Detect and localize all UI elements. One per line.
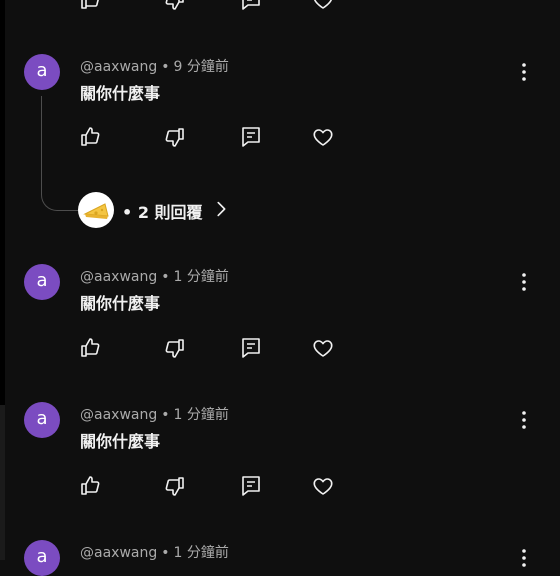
like-button[interactable]	[78, 474, 102, 498]
author-name[interactable]: @aaxwang	[80, 269, 157, 285]
thumbs-down-icon	[165, 477, 184, 496]
reply-icon	[242, 0, 260, 10]
reply-button[interactable]	[239, 474, 263, 498]
comment-meta: @aaxwang • 1 分鐘前	[80, 542, 229, 562]
heart-button[interactable]	[311, 0, 335, 12]
more-options-button[interactable]	[512, 270, 536, 294]
reply-icon	[242, 338, 260, 358]
thumbs-up-icon	[81, 0, 99, 9]
thumbs-up-icon	[81, 338, 100, 357]
comment-meta: @aaxwang • 1 分鐘前	[80, 266, 229, 286]
replies-dot: •	[122, 203, 133, 222]
meta-separator: •	[161, 269, 170, 285]
like-button[interactable]	[78, 125, 102, 149]
comment-meta: @aaxwang • 1 分鐘前	[80, 404, 229, 424]
thumbs-up-icon	[81, 127, 100, 146]
more-vertical-icon	[522, 549, 526, 567]
avatar[interactable]: a	[24, 54, 60, 90]
thumbs-down-icon	[165, 0, 184, 10]
avatar[interactable]: a	[24, 402, 60, 438]
heart-icon	[313, 129, 333, 146]
dislike-button[interactable]	[163, 474, 187, 498]
timestamp[interactable]: 9 分鐘前	[174, 59, 229, 75]
avatar[interactable]: a	[24, 264, 60, 300]
more-vertical-icon	[522, 411, 526, 429]
more-vertical-icon	[522, 63, 526, 81]
dislike-button[interactable]	[163, 0, 187, 12]
timestamp[interactable]: 1 分鐘前	[174, 269, 229, 285]
author-name[interactable]: @aaxwang	[80, 545, 157, 561]
comment-text: 關你什麼事	[80, 294, 161, 313]
like-button[interactable]	[78, 336, 102, 360]
thread-line	[41, 96, 78, 211]
chevron-right-icon	[210, 198, 232, 220]
author-name[interactable]: @aaxwang	[80, 407, 157, 423]
timestamp[interactable]: 1 分鐘前	[174, 407, 229, 423]
reply-icon	[242, 476, 260, 496]
heart-button[interactable]	[311, 336, 335, 360]
heart-icon	[314, 0, 332, 9]
heart-button[interactable]	[311, 474, 335, 498]
thumbs-up-icon	[81, 476, 100, 495]
heart-icon	[313, 478, 333, 495]
meta-separator: •	[161, 59, 170, 75]
thumbs-down-icon	[165, 128, 184, 147]
more-vertical-icon	[522, 273, 526, 291]
reply-button[interactable]	[239, 0, 263, 12]
heart-button[interactable]	[311, 125, 335, 149]
dislike-button[interactable]	[163, 336, 187, 360]
comment-meta: @aaxwang • 9 分鐘前	[80, 56, 229, 76]
timestamp[interactable]: 1 分鐘前	[174, 545, 229, 561]
creator-avatar	[78, 192, 114, 228]
avatar[interactable]: a	[24, 540, 60, 576]
reply-button[interactable]	[239, 336, 263, 360]
reply-icon	[242, 127, 260, 147]
thumbs-down-icon	[165, 339, 184, 358]
more-options-button[interactable]	[512, 546, 536, 570]
replies-count: 2 則回覆	[137, 203, 203, 222]
dislike-button[interactable]	[163, 125, 187, 149]
author-name[interactable]: @aaxwang	[80, 59, 157, 75]
like-button[interactable]	[78, 0, 102, 12]
cheese-icon	[83, 203, 109, 219]
more-options-button[interactable]	[512, 408, 536, 432]
meta-separator: •	[161, 407, 170, 423]
heart-icon	[313, 340, 333, 357]
reply-button[interactable]	[239, 125, 263, 149]
meta-separator: •	[161, 545, 170, 561]
replies-label: • 2 則回覆	[122, 199, 203, 223]
comment-text: 關你什麼事	[80, 84, 161, 103]
left-edge-shadow	[0, 405, 5, 560]
more-options-button[interactable]	[512, 60, 536, 84]
comment-text: 關你什麼事	[80, 432, 161, 451]
